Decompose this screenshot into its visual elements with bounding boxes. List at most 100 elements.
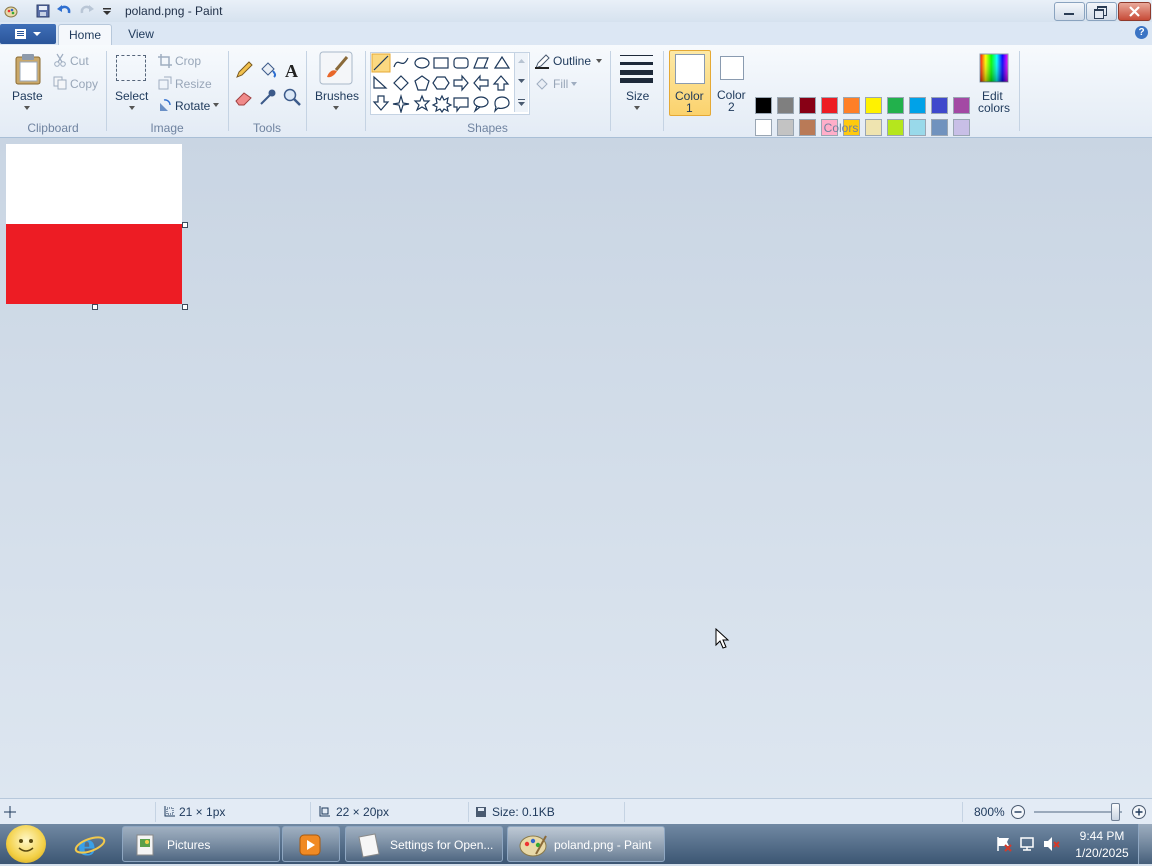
volume-muted-icon[interactable]	[1043, 836, 1061, 852]
paint-menu-button[interactable]	[0, 24, 56, 44]
edit-colors-label-line2: colors	[978, 101, 1011, 115]
cut-button[interactable]: Cut	[70, 54, 89, 68]
zoom-slider-thumb[interactable]	[1111, 803, 1120, 821]
resize-handle-corner[interactable]	[182, 304, 188, 310]
shapes-group-label: Shapes	[467, 121, 508, 135]
zoom-level: 800%	[974, 805, 1005, 819]
color1-button[interactable]: Color 1	[669, 50, 711, 116]
colors-group-label: Colors	[823, 121, 859, 135]
status-divider	[468, 802, 469, 822]
selection-icon	[116, 55, 146, 81]
tab-view[interactable]: View	[116, 24, 166, 44]
scroll-arrows-icon	[518, 59, 525, 106]
fill-bucket-icon[interactable]	[258, 60, 278, 80]
taskbar-item-pictures[interactable]: Pictures	[122, 826, 280, 862]
eraser-icon[interactable]	[234, 87, 254, 107]
resize-button[interactable]: Resize	[175, 77, 212, 91]
color-picker-icon[interactable]	[258, 87, 278, 107]
text-tool-icon[interactable]: A	[282, 60, 302, 80]
palette-swatch[interactable]	[953, 97, 970, 114]
paste-button[interactable]: Paste	[6, 51, 48, 115]
undo-icon[interactable]	[56, 3, 72, 19]
minimize-button[interactable]	[1054, 2, 1085, 21]
menu-icon	[15, 29, 41, 39]
palette-swatch[interactable]	[755, 97, 772, 114]
size-button[interactable]: Size	[616, 51, 658, 115]
fill-icon	[536, 78, 548, 90]
group-divider	[610, 51, 611, 131]
chevron-down-icon	[129, 106, 135, 110]
color2-swatch	[720, 56, 744, 80]
tab-home[interactable]: Home	[58, 24, 112, 45]
copy-button[interactable]: Copy	[70, 77, 98, 91]
tools-group-label: Tools	[252, 121, 281, 135]
color2-button[interactable]: Color 2	[713, 50, 751, 114]
group-divider	[1019, 51, 1020, 131]
select-button[interactable]: Select	[112, 51, 152, 115]
copy-icon	[53, 76, 67, 90]
clock-time[interactable]: 9:44 PM	[1062, 829, 1142, 843]
brushes-button[interactable]: Brushes	[311, 51, 361, 115]
shapes-gallery-icons[interactable]	[371, 53, 517, 113]
shapes-scrollbar[interactable]	[514, 53, 528, 112]
taskbar-item-paint[interactable]: poland.png - Paint	[507, 826, 665, 862]
palette-swatch[interactable]	[887, 97, 904, 114]
start-button[interactable]	[6, 825, 46, 863]
resize-handle-bottom[interactable]	[92, 304, 98, 310]
restore-button[interactable]	[1086, 2, 1117, 21]
group-divider	[663, 51, 664, 131]
group-divider	[106, 51, 107, 131]
palette-swatch[interactable]	[799, 97, 816, 114]
paint-app-icon[interactable]	[3, 3, 19, 19]
palette-swatch[interactable]	[865, 97, 882, 114]
zoom-in-icon[interactable]	[1131, 804, 1147, 820]
show-desktop-button[interactable]	[1138, 824, 1152, 864]
taskbar-item-label: Pictures	[167, 838, 211, 852]
close-button[interactable]	[1118, 2, 1151, 21]
action-center-flag-icon[interactable]	[995, 836, 1013, 852]
smiley-start-icon	[18, 839, 34, 852]
palette-swatch[interactable]	[821, 97, 838, 114]
clipboard-icon	[15, 54, 41, 85]
rotate-button[interactable]: Rotate	[175, 99, 210, 113]
taskbar-item-settings[interactable]: Settings for Open...	[345, 826, 503, 862]
network-icon[interactable]	[1019, 836, 1037, 852]
palette-swatch[interactable]	[909, 97, 926, 114]
pencil-icon[interactable]	[234, 60, 254, 80]
chevron-down-icon	[596, 59, 602, 63]
palette-swatch[interactable]	[777, 97, 794, 114]
magnifier-icon[interactable]	[282, 87, 302, 107]
internet-explorer-icon[interactable]: e	[74, 829, 106, 859]
crop-button[interactable]: Crop	[175, 54, 201, 68]
settings-document-icon	[358, 833, 380, 858]
palette-swatch[interactable]	[843, 97, 860, 114]
crop-icon	[158, 54, 172, 68]
clock-date[interactable]: 1/20/2025	[1062, 846, 1142, 860]
flag-red-stripe[interactable]	[6, 224, 182, 304]
taskbar-item-media-player[interactable]	[282, 826, 340, 862]
zoom-out-icon[interactable]	[1010, 804, 1026, 820]
svg-text:A: A	[285, 61, 298, 80]
fill-button[interactable]: Fill	[553, 77, 568, 91]
close-icon	[1129, 6, 1140, 17]
palette-swatch[interactable]	[931, 97, 948, 114]
customize-quick-access-icon[interactable]	[99, 3, 115, 19]
paint-palette-icon	[519, 835, 547, 857]
cursor-position-icon	[4, 806, 16, 818]
status-divider	[624, 802, 625, 822]
resize-handle-right[interactable]	[182, 222, 188, 228]
save-icon[interactable]	[35, 3, 51, 19]
select-label: Select	[115, 89, 149, 103]
taskbar-item-label: poland.png - Paint	[554, 838, 652, 852]
flag-white-stripe[interactable]	[6, 144, 182, 224]
outline-button[interactable]: Outline	[553, 54, 591, 68]
rotate-icon	[160, 99, 171, 111]
brushes-label: Brushes	[315, 89, 360, 103]
zoom-slider-track[interactable]	[1034, 811, 1122, 813]
edit-colors-button[interactable]: Edit colors	[976, 51, 1012, 115]
selection-size-icon	[164, 806, 175, 817]
paste-label: Paste	[12, 89, 43, 103]
media-player-icon	[299, 834, 321, 856]
help-icon[interactable]: ?	[1135, 26, 1148, 39]
taskbar-item-label: Settings for Open...	[390, 838, 494, 852]
